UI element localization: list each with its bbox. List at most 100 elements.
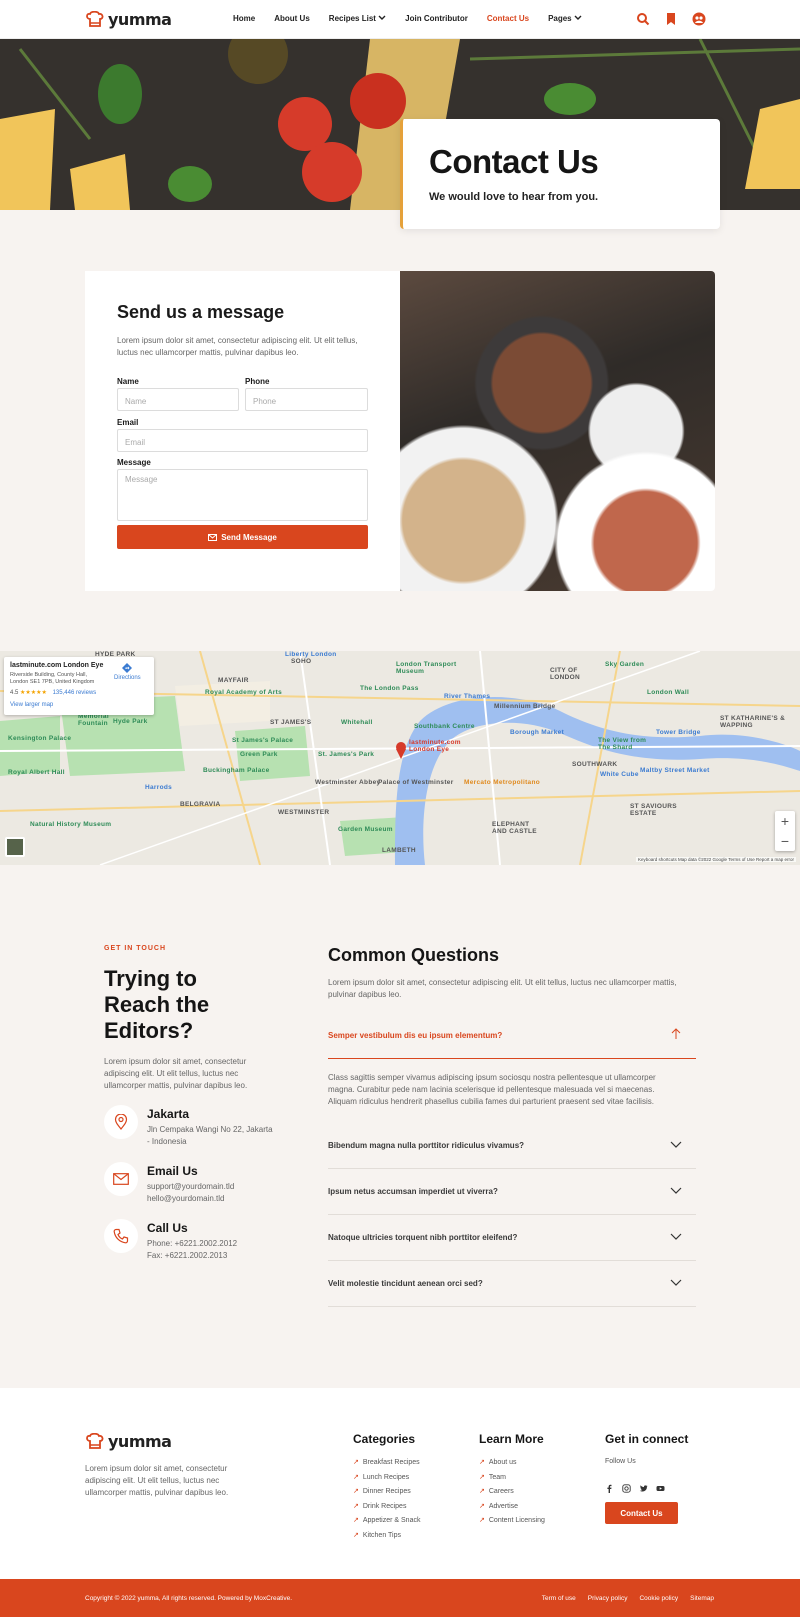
footer-logo[interactable]: yumma bbox=[85, 1432, 172, 1451]
map-label: Sky Garden bbox=[605, 661, 645, 668]
nav-home[interactable]: Home bbox=[233, 14, 255, 23]
map-label: ST JAMES'S bbox=[270, 719, 312, 726]
envelope-icon bbox=[104, 1162, 138, 1196]
chef-hat-icon bbox=[86, 10, 104, 27]
zoom-in-button[interactable]: + bbox=[775, 811, 795, 831]
footer-link[interactable]: ↗ Team bbox=[479, 1473, 506, 1481]
footer-link[interactable]: ↗ Advertise bbox=[479, 1502, 518, 1510]
user-icon[interactable] bbox=[692, 12, 706, 26]
map-label: Garden Museum bbox=[338, 826, 393, 833]
map-label: Buckingham Palace bbox=[203, 767, 270, 774]
contact-item-line[interactable]: support@yourdomain.tld bbox=[147, 1182, 234, 1191]
map-label: WESTMINSTER bbox=[278, 809, 330, 816]
faq-question-text: Ipsum netus accumsan imperdiet ut viverr… bbox=[328, 1187, 498, 1196]
arrow-up-right-icon: ↗ bbox=[353, 1474, 359, 1481]
map-label: BELGRAVIA bbox=[180, 801, 221, 808]
chevron-down-icon bbox=[670, 1233, 682, 1240]
nav-contact[interactable]: Contact Us bbox=[487, 14, 529, 23]
nav-about[interactable]: About Us bbox=[274, 14, 310, 23]
map-label: Green Park bbox=[240, 751, 278, 758]
map-rating: 4.5 ★★★★★ 135,446 reviews bbox=[10, 689, 96, 696]
directions-button[interactable]: Directions bbox=[114, 663, 141, 681]
map-reviews-link[interactable]: 135,446 reviews bbox=[53, 690, 97, 696]
footer-brand-name: yumma bbox=[108, 1432, 172, 1451]
faq-question[interactable]: Natoque ultricies torquent nibh porttito… bbox=[328, 1215, 696, 1261]
footer-link[interactable]: ↗ Kitchen Tips bbox=[353, 1531, 401, 1539]
map-label: St. James's Park bbox=[318, 751, 375, 758]
nav-pages[interactable]: Pages bbox=[548, 14, 582, 23]
search-icon[interactable] bbox=[636, 12, 650, 26]
message-textarea[interactable]: Message bbox=[117, 469, 368, 521]
phone-input[interactable]: Phone bbox=[245, 388, 368, 411]
sitemap-link[interactable]: Sitemap bbox=[690, 1595, 714, 1602]
footer-link[interactable]: ↗ Appetizer & Snack bbox=[353, 1516, 420, 1524]
faq-description: Lorem ipsum dolor sit amet, consectetur … bbox=[328, 978, 677, 999]
footer-link[interactable]: ↗ Dinner Recipes bbox=[353, 1487, 411, 1495]
map-label: The View from The Shard bbox=[598, 737, 647, 751]
faq-question-open[interactable]: Semper vestibulum dis eu ipsum elementum… bbox=[328, 1013, 696, 1059]
brand-logo[interactable]: yumma bbox=[85, 10, 172, 29]
youtube-icon[interactable] bbox=[656, 1484, 665, 1493]
map-rating-value: 4.5 bbox=[10, 690, 19, 696]
email-input[interactable]: Email bbox=[117, 429, 368, 452]
footer-link-label: Kitchen Tips bbox=[362, 1532, 402, 1539]
faq-question-text: Natoque ultricies torquent nibh porttito… bbox=[328, 1233, 518, 1242]
map-label: Westminster Abbey bbox=[315, 779, 381, 786]
map-label: London Transport Museum bbox=[396, 661, 457, 675]
send-message-button[interactable]: Send Message bbox=[117, 525, 368, 549]
arrow-up-right-icon: ↗ bbox=[479, 1474, 485, 1481]
terms-link[interactable]: Term of use bbox=[542, 1595, 576, 1602]
chef-hat-icon bbox=[86, 1432, 104, 1449]
arrow-up-right-icon: ↗ bbox=[353, 1459, 359, 1466]
footer-link[interactable]: ↗ Careers bbox=[479, 1487, 514, 1495]
map-label: Borough Market bbox=[510, 729, 565, 736]
embedded-map[interactable]: HYDE PARK SOHO Liberty London MAYFAIR Lo… bbox=[0, 651, 800, 865]
map-label: Harrods bbox=[145, 784, 173, 791]
footer-link[interactable]: ↗ About us bbox=[479, 1458, 517, 1466]
section-description: Lorem ipsum dolor sit amet, consectetur … bbox=[104, 1057, 248, 1090]
location-pin-icon bbox=[104, 1105, 138, 1139]
contact-item-title: Call Us bbox=[147, 1221, 188, 1235]
name-input[interactable]: Name bbox=[117, 388, 239, 411]
satellite-toggle[interactable] bbox=[5, 837, 25, 857]
map-label: Royal Academy of Arts bbox=[205, 689, 282, 696]
view-larger-map-link[interactable]: View larger map bbox=[10, 702, 53, 708]
cookie-link[interactable]: Cookie policy bbox=[639, 1595, 678, 1602]
faq-question[interactable]: Velit molestie tincidunt aenean orci sed… bbox=[328, 1261, 696, 1307]
faq-question[interactable]: Ipsum netus accumsan imperdiet ut viverr… bbox=[328, 1169, 696, 1215]
social-links bbox=[605, 1484, 665, 1493]
contact-item-title: Jakarta bbox=[147, 1107, 190, 1121]
faq-title: Common Questions bbox=[328, 945, 500, 965]
footer-learn-title: Learn More bbox=[479, 1432, 544, 1446]
bookmark-icon[interactable] bbox=[664, 12, 678, 26]
facebook-icon[interactable] bbox=[605, 1484, 614, 1493]
map-pin-label: lastminute.com London Eye bbox=[409, 739, 461, 753]
footer-contact-button[interactable]: Contact Us bbox=[605, 1502, 678, 1524]
map-place-card: lastminute.com London Eye Riverside Buil… bbox=[4, 657, 154, 715]
section-title: Trying to Reach the Editors? bbox=[104, 966, 210, 1043]
footer-link-label: Advertise bbox=[488, 1503, 519, 1510]
nav-recipes-list[interactable]: Recipes List bbox=[329, 14, 386, 23]
instagram-icon[interactable] bbox=[622, 1484, 631, 1493]
nav-join-contributor[interactable]: Join Contributor bbox=[405, 14, 468, 23]
footer-link[interactable]: ↗ Drink Recipes bbox=[353, 1502, 406, 1510]
map-label: CITY OF LONDON bbox=[550, 667, 580, 681]
footer-link[interactable]: ↗ Breakfast Recipes bbox=[353, 1458, 420, 1466]
nav-recipes-label: Recipes List bbox=[328, 14, 376, 23]
faq-question[interactable]: Bibendum magna nulla porttitor ridiculus… bbox=[328, 1123, 696, 1169]
header-icons bbox=[636, 12, 706, 26]
contact-item-line: Phone: +6221.2002.2012 bbox=[147, 1239, 238, 1248]
footer-link-label: Breakfast Recipes bbox=[362, 1459, 420, 1466]
twitter-icon[interactable] bbox=[639, 1484, 648, 1493]
footer-link[interactable]: ↗ Lunch Recipes bbox=[353, 1473, 409, 1481]
arrow-up-right-icon: ↗ bbox=[353, 1503, 359, 1510]
contact-item-title: Email Us bbox=[147, 1164, 198, 1178]
map-label: St James's Palace bbox=[232, 737, 294, 744]
footer-link[interactable]: ↗ Content Licensing bbox=[479, 1516, 545, 1524]
chevron-down-icon bbox=[574, 15, 582, 20]
contact-item-line[interactable]: hello@yourdomain.tld bbox=[147, 1194, 225, 1203]
page-title: Contact Us bbox=[429, 143, 599, 180]
privacy-link[interactable]: Privacy policy bbox=[588, 1595, 628, 1602]
zoom-out-button[interactable]: − bbox=[775, 831, 795, 851]
email-label: Email bbox=[117, 418, 139, 427]
